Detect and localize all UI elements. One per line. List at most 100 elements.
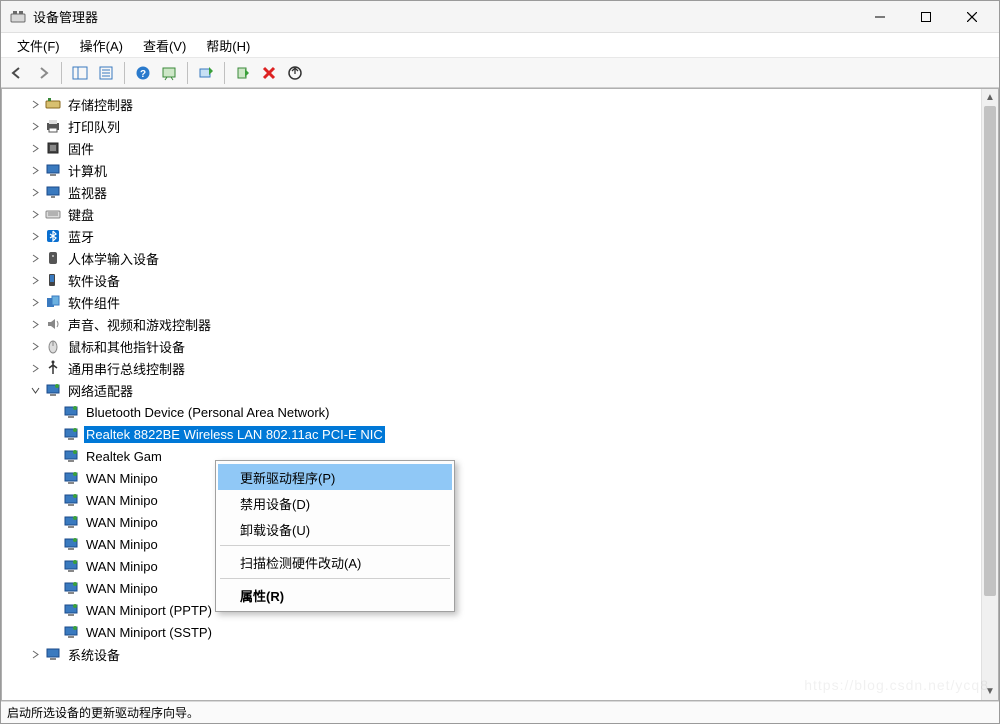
scroll-thumb[interactable]: [984, 106, 996, 596]
tree-category[interactable]: 人体学输入设备: [2, 247, 981, 269]
tree-category[interactable]: 打印队列: [2, 115, 981, 137]
tree-item[interactable]: WAN Minipo: [2, 467, 981, 489]
tree-category[interactable]: 通用串行总线控制器: [2, 357, 981, 379]
svg-text:?: ?: [140, 69, 146, 80]
window-controls: [857, 2, 995, 32]
tree-label: 软件设备: [66, 270, 122, 291]
titlebar: 设备管理器: [1, 1, 999, 33]
minimize-button[interactable]: [857, 2, 903, 32]
menu-help[interactable]: 帮助(H): [196, 33, 260, 57]
uninstall-device-button[interactable]: [257, 61, 281, 85]
tree-item[interactable]: WAN Minipo: [2, 555, 981, 577]
disable-device-button[interactable]: [283, 61, 307, 85]
tree-item[interactable]: WAN Minipo: [2, 577, 981, 599]
tree-item[interactable]: WAN Minipo: [2, 511, 981, 533]
tree-category[interactable]: 软件设备: [2, 269, 981, 291]
context-menu-label: 卸载设备(U): [240, 520, 310, 539]
tree-label: Realtek Gam: [84, 448, 164, 465]
show-hide-tree-button[interactable]: [68, 61, 92, 85]
scroll-down-icon[interactable]: ▼: [982, 683, 998, 700]
tree-label: WAN Miniport (SSTP): [84, 624, 214, 641]
device-tree[interactable]: 存储控制器 打印队列 固件 计算机: [2, 89, 981, 700]
tree-category[interactable]: 蓝牙: [2, 225, 981, 247]
network-adapter-icon: [62, 403, 80, 421]
help-button[interactable]: ?: [131, 61, 155, 85]
chevron-right-icon[interactable]: [28, 317, 42, 331]
context-menu-update-driver[interactable]: 更新驱动程序(P): [218, 464, 452, 490]
tree-label: WAN Minipo: [84, 558, 160, 575]
context-menu-label: 属性(R): [240, 586, 284, 605]
tree-item[interactable]: WAN Minipo: [2, 489, 981, 511]
properties-button[interactable]: [94, 61, 118, 85]
tree-category[interactable]: 软件组件: [2, 291, 981, 313]
tree-category[interactable]: 存储控制器: [2, 93, 981, 115]
tree-item[interactable]: Bluetooth Device (Personal Area Network): [2, 401, 981, 423]
tree-item[interactable]: WAN Miniport (SSTP): [2, 621, 981, 643]
menu-view[interactable]: 查看(V): [133, 33, 196, 57]
update-driver-button[interactable]: [194, 61, 218, 85]
tree-category[interactable]: 固件: [2, 137, 981, 159]
network-adapter-icon: [62, 491, 80, 509]
network-adapter-icon: [62, 535, 80, 553]
chevron-right-icon[interactable]: [28, 251, 42, 265]
chevron-right-icon[interactable]: [28, 97, 42, 111]
tree-label: Realtek 8822BE Wireless LAN 802.11ac PCI…: [84, 426, 385, 443]
scan-hardware-button[interactable]: [157, 61, 181, 85]
context-menu-scan-hardware[interactable]: 扫描检测硬件改动(A): [218, 549, 452, 575]
menu-action[interactable]: 操作(A): [70, 33, 133, 57]
tree-label: 键盘: [66, 204, 96, 225]
tree-label: 固件: [66, 138, 96, 159]
context-menu-separator: [220, 578, 450, 579]
tree-item[interactable]: Realtek Gam: [2, 445, 981, 467]
tree-label: WAN Minipo: [84, 580, 160, 597]
tree-label: Bluetooth Device (Personal Area Network): [84, 404, 332, 421]
tree-category[interactable]: 监视器: [2, 181, 981, 203]
forward-button[interactable]: [31, 61, 55, 85]
tree-item-selected[interactable]: Realtek 8822BE Wireless LAN 802.11ac PCI…: [2, 423, 981, 445]
tree-label: 打印队列: [66, 116, 122, 137]
menu-file[interactable]: 文件(F): [7, 33, 70, 57]
tree-label: WAN Minipo: [84, 514, 160, 531]
tree-category[interactable]: 键盘: [2, 203, 981, 225]
chevron-right-icon[interactable]: [28, 207, 42, 221]
enable-device-button[interactable]: [231, 61, 255, 85]
system-device-icon: [44, 645, 62, 663]
context-menu-uninstall-device[interactable]: 卸载设备(U): [218, 516, 452, 542]
context-menu-properties[interactable]: 属性(R): [218, 582, 452, 608]
tree-category-network[interactable]: 网络适配器: [2, 379, 981, 401]
network-adapter-icon: [62, 579, 80, 597]
content-area: 存储控制器 打印队列 固件 计算机: [1, 88, 999, 701]
back-button[interactable]: [5, 61, 29, 85]
chevron-right-icon[interactable]: [28, 273, 42, 287]
chevron-right-icon[interactable]: [28, 295, 42, 309]
tree-category[interactable]: 鼠标和其他指针设备: [2, 335, 981, 357]
vertical-scrollbar[interactable]: ▲ ▼: [981, 89, 998, 700]
scroll-track[interactable]: [982, 106, 998, 683]
chevron-right-icon[interactable]: [28, 119, 42, 133]
context-menu-disable-device[interactable]: 禁用设备(D): [218, 490, 452, 516]
monitor-icon: [44, 183, 62, 201]
tree-label: 鼠标和其他指针设备: [66, 336, 187, 357]
chevron-right-icon[interactable]: [28, 141, 42, 155]
chevron-right-icon[interactable]: [28, 361, 42, 375]
chevron-right-icon[interactable]: [28, 339, 42, 353]
tree-label: WAN Minipo: [84, 492, 160, 509]
maximize-button[interactable]: [903, 2, 949, 32]
chevron-right-icon[interactable]: [28, 647, 42, 661]
mouse-icon: [44, 337, 62, 355]
chevron-right-icon[interactable]: [28, 229, 42, 243]
tree-category[interactable]: 计算机: [2, 159, 981, 181]
usb-icon: [44, 359, 62, 377]
scroll-up-icon[interactable]: ▲: [982, 89, 998, 106]
close-button[interactable]: [949, 2, 995, 32]
tree-category[interactable]: 声音、视频和游戏控制器: [2, 313, 981, 335]
tree-item[interactable]: WAN Minipo: [2, 533, 981, 555]
tree-label: 蓝牙: [66, 226, 96, 247]
tree-label: 计算机: [66, 160, 109, 181]
chevron-right-icon[interactable]: [28, 163, 42, 177]
tree-item[interactable]: WAN Miniport (PPTP): [2, 599, 981, 621]
chevron-right-icon[interactable]: [28, 185, 42, 199]
tree-category[interactable]: 系统设备: [2, 643, 981, 665]
chevron-down-icon[interactable]: [28, 383, 42, 397]
tree-label: 系统设备: [66, 644, 122, 665]
